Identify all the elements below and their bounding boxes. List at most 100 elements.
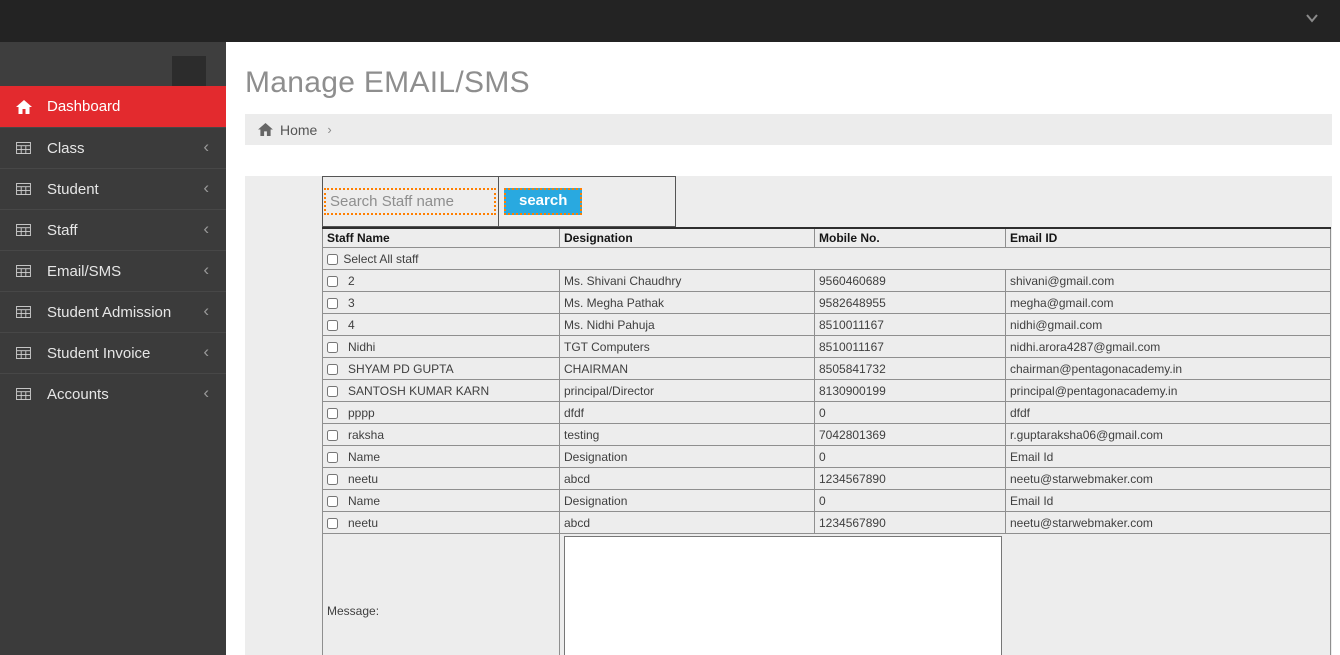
row-checkbox[interactable] bbox=[327, 297, 338, 309]
sidebar-item-email-sms[interactable]: Email/SMS ‹ bbox=[0, 250, 226, 291]
table-icon bbox=[16, 223, 34, 237]
staff-name-cell: SHYAM PD GUPTA bbox=[322, 357, 560, 380]
chevron-left-icon: ‹ bbox=[203, 383, 209, 402]
chevron-left-icon: ‹ bbox=[203, 342, 209, 361]
sidebar-item-student[interactable]: Student ‹ bbox=[0, 168, 226, 209]
page-title: Manage EMAIL/SMS bbox=[245, 66, 530, 99]
sidebar-item-staff[interactable]: Staff ‹ bbox=[0, 209, 226, 250]
select-all-label: Select All staff bbox=[343, 251, 419, 266]
email-cell: chairman@pentagonacademy.in bbox=[1005, 357, 1331, 380]
select-all-checkbox[interactable] bbox=[327, 253, 338, 265]
table-row: neetu abcd 1234567890 neetu@starwebmaker.co… bbox=[322, 467, 1331, 490]
sidebar-item-class[interactable]: Class ‹ bbox=[0, 127, 226, 168]
sidebar-item-label: Class bbox=[47, 139, 85, 157]
staff-name-cell: neetu bbox=[322, 467, 560, 490]
staff-name: pppp bbox=[348, 405, 375, 420]
chevron-left-icon: ‹ bbox=[203, 178, 209, 197]
mobile-cell: 8505841732 bbox=[814, 357, 1006, 380]
staff-name: 2 bbox=[348, 273, 355, 288]
staff-name-cell: Name bbox=[322, 445, 560, 468]
row-checkbox[interactable] bbox=[327, 451, 338, 463]
table-icon bbox=[16, 264, 34, 278]
sidebar-item-label: Dashboard bbox=[47, 98, 121, 115]
row-checkbox[interactable] bbox=[327, 275, 338, 287]
table-icon bbox=[16, 182, 34, 196]
table-row: 2 Ms. Shivani Chaudhry 9560460689 shivani@g… bbox=[322, 269, 1331, 292]
row-checkbox[interactable] bbox=[327, 319, 338, 331]
staff-name: 4 bbox=[348, 317, 355, 332]
email-cell: Email Id bbox=[1005, 445, 1331, 468]
email-cell: shivani@gmail.com bbox=[1005, 269, 1331, 292]
search-input[interactable] bbox=[324, 188, 496, 215]
staff-name-cell: Nidhi bbox=[322, 335, 560, 358]
staff-name-cell: raksha bbox=[322, 423, 560, 446]
designation-cell: Ms. Shivani Chaudhry bbox=[559, 269, 815, 292]
header-email: Email ID bbox=[1005, 227, 1331, 248]
row-checkbox[interactable] bbox=[327, 429, 338, 441]
email-cell: dfdf bbox=[1005, 401, 1331, 424]
staff-name-cell: 3 bbox=[322, 291, 560, 314]
table-icon bbox=[16, 346, 34, 360]
message-row: Message: bbox=[322, 533, 1331, 655]
table-row: Name Designation 0 Email Id bbox=[322, 489, 1331, 512]
staff-name: Name bbox=[348, 493, 381, 508]
table-row: raksha testing 7042801369 r.guptaraksha06@g… bbox=[322, 423, 1331, 446]
staff-name-cell: 2 bbox=[322, 269, 560, 292]
designation-cell: Designation bbox=[559, 489, 815, 512]
designation-cell: testing bbox=[559, 423, 815, 446]
table-row: neetu abcd 1234567890 neetu@starwebmaker.co… bbox=[322, 511, 1331, 534]
sidebar-item-student-admission[interactable]: Student Admission ‹ bbox=[0, 291, 226, 332]
designation-cell: abcd bbox=[559, 467, 815, 490]
sidebar-item-accounts[interactable]: Accounts ‹ bbox=[0, 373, 226, 414]
designation-cell: TGT Computers bbox=[559, 335, 815, 358]
home-icon bbox=[258, 123, 273, 136]
staff-name: Nidhi bbox=[348, 339, 376, 354]
header-mobile: Mobile No. bbox=[814, 227, 1006, 248]
row-checkbox[interactable] bbox=[327, 363, 338, 375]
staff-name: neetu bbox=[348, 515, 379, 530]
search-button-cell: search bbox=[499, 177, 675, 226]
message-textarea[interactable] bbox=[564, 536, 1002, 655]
sidebar-item-label: Student bbox=[47, 180, 99, 198]
staff-name: SANTOSH KUMAR KARN bbox=[348, 383, 490, 398]
row-checkbox[interactable] bbox=[327, 385, 338, 397]
search-button[interactable]: search bbox=[504, 188, 583, 215]
email-cell: Email Id bbox=[1005, 489, 1331, 512]
table-icon bbox=[16, 387, 34, 401]
chevron-left-icon: ‹ bbox=[203, 137, 209, 156]
row-checkbox[interactable] bbox=[327, 495, 338, 507]
table-row: pppp dfdf 0 dfdf bbox=[322, 401, 1331, 424]
sidebar-menu: Dashboard Class ‹ Student ‹ Staff ‹ Emai… bbox=[0, 86, 226, 414]
staff-name: Name bbox=[348, 449, 381, 464]
table-icon bbox=[16, 305, 34, 319]
staff-name: SHYAM PD GUPTA bbox=[348, 361, 454, 376]
top-navbar bbox=[0, 0, 1340, 42]
table-icon bbox=[16, 141, 34, 155]
chevron-down-icon[interactable] bbox=[1304, 10, 1320, 26]
mobile-cell: 0 bbox=[814, 489, 1006, 512]
row-checkbox[interactable] bbox=[327, 407, 338, 419]
row-checkbox[interactable] bbox=[327, 473, 338, 485]
mobile-cell: 7042801369 bbox=[814, 423, 1006, 446]
message-label: Message: bbox=[322, 533, 560, 655]
breadcrumb-separator: › bbox=[327, 122, 332, 137]
breadcrumb-home-link[interactable]: Home bbox=[280, 122, 317, 138]
staff-search-box: search bbox=[322, 176, 676, 227]
sidebar-item-label: Student Admission bbox=[47, 303, 172, 321]
staff-name-cell: neetu bbox=[322, 511, 560, 534]
staff-name: raksha bbox=[348, 427, 385, 442]
sidebar-item-dashboard[interactable]: Dashboard bbox=[0, 86, 226, 127]
row-checkbox[interactable] bbox=[327, 341, 338, 353]
table-row: 3 Ms. Megha Pathak 9582648955 megha@gmail.c… bbox=[322, 291, 1331, 314]
row-checkbox[interactable] bbox=[327, 517, 338, 529]
sidebar-toggle-button[interactable] bbox=[172, 56, 206, 86]
chevron-left-icon: ‹ bbox=[203, 260, 209, 279]
header-staff-name: Staff Name bbox=[322, 227, 560, 248]
breadcrumb: Home › bbox=[245, 114, 1332, 145]
mobile-cell: 0 bbox=[814, 401, 1006, 424]
sidebar-item-student-invoice[interactable]: Student Invoice ‹ bbox=[0, 332, 226, 373]
email-cell: r.guptaraksha06@gmail.com bbox=[1005, 423, 1331, 446]
header-designation: Designation bbox=[559, 227, 815, 248]
designation-cell: abcd bbox=[559, 511, 815, 534]
search-input-cell bbox=[323, 177, 499, 226]
